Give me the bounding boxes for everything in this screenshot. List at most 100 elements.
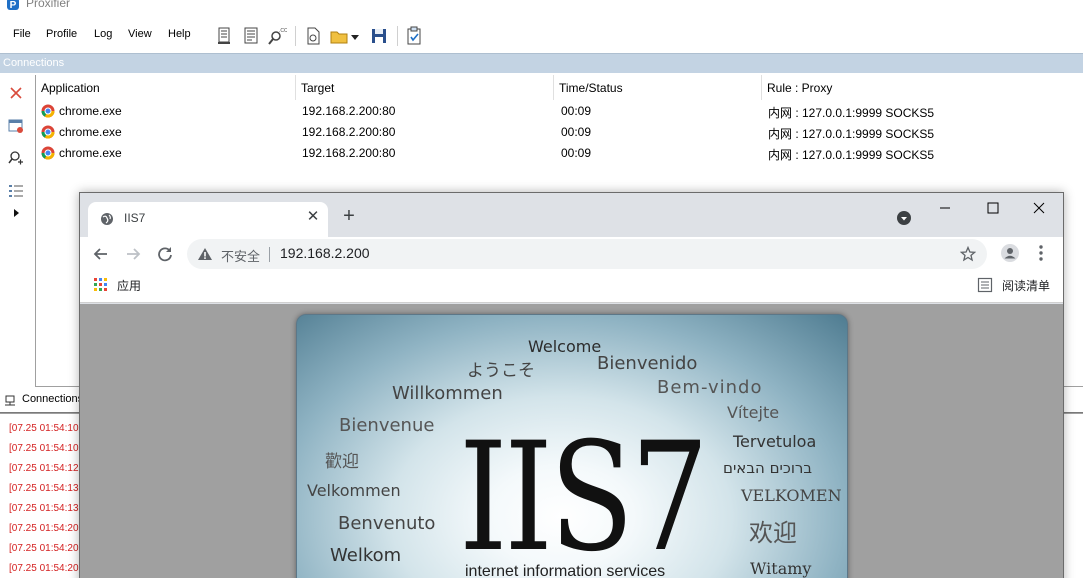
welcome-word: Welkom — [330, 545, 402, 566]
url-text[interactable]: 192.168.2.200 — [280, 245, 370, 261]
iis-welcome-banner[interactable]: Welcome ようこそ Bienvenido Willkommen Bem-v… — [296, 314, 848, 578]
table-row[interactable]: chrome.exe 192.168.2.200:80 00:09 内网 : 1… — [36, 143, 1083, 164]
tab-search-icon[interactable] — [896, 210, 912, 226]
welcome-word: Bem-vindo — [657, 377, 763, 398]
cell-application: chrome.exe — [59, 104, 122, 118]
table-row[interactable]: chrome.exe 192.168.2.200:80 00:09 内网 : 1… — [36, 101, 1083, 122]
cell-rule-proxy: 内网 : 127.0.0.1:9999 SOCKS5 — [768, 127, 935, 141]
iis-subtitle: internet information services — [465, 563, 666, 578]
welcome-word: Bienvenue — [339, 415, 435, 436]
proxifier-logo-icon: P — [7, 0, 19, 11]
log-line: [07.25 01:54:20 — [9, 563, 79, 574]
proxifier-titlebar: P Proxifier — [0, 0, 1083, 14]
column-header-time-status[interactable]: Time/Status — [554, 75, 762, 100]
column-header-target[interactable]: Target — [296, 75, 554, 100]
welcome-word: Vítejte — [727, 403, 780, 422]
svg-text:P: P — [10, 0, 17, 11]
column-header-application[interactable]: Application — [36, 75, 296, 100]
menu-log[interactable]: Log — [94, 28, 112, 40]
chrome-icon — [41, 104, 55, 118]
proxy-servers-icon[interactable] — [214, 26, 234, 46]
cell-target: 192.168.2.200:80 — [302, 125, 396, 139]
reading-list-label[interactable]: 阅读清单 — [1002, 277, 1050, 294]
chrome-icon — [41, 146, 55, 160]
welcome-word: ようこそ — [467, 361, 535, 381]
welcome-word: Bienvenido — [597, 353, 698, 374]
forward-arrow-icon[interactable] — [124, 245, 142, 263]
section-label: Connections — [3, 57, 65, 69]
cell-application: chrome.exe — [59, 125, 122, 139]
welcome-word: Willkommen — [392, 383, 503, 404]
save-profile-icon[interactable] — [369, 26, 389, 46]
log-line: [07.25 01:54:13 — [9, 483, 79, 494]
welcome-word: Velkommen — [307, 481, 401, 500]
cell-target: 192.168.2.200:80 — [302, 104, 396, 118]
security-label[interactable]: 不安全 — [221, 246, 260, 265]
menu-help[interactable]: Help — [168, 28, 191, 40]
app-title: Proxifier — [26, 0, 71, 10]
cell-time-status: 00:09 — [561, 146, 592, 160]
menu-view[interactable]: View — [128, 28, 152, 40]
cell-rule-proxy: 内网 : 127.0.0.1:9999 SOCKS5 — [768, 106, 935, 120]
reload-icon[interactable] — [156, 245, 174, 263]
welcome-word: Tervetuloa — [733, 432, 817, 451]
log-line: [07.25 01:54:20 — [9, 543, 79, 554]
bookmark-star-icon[interactable] — [960, 246, 976, 262]
browser-toolbar: 不安全 192.168.2.200 — [80, 237, 1063, 271]
reading-list-icon[interactable] — [977, 277, 993, 293]
address-bar[interactable]: 不安全 192.168.2.200 — [187, 239, 987, 269]
log-line: [07.25 01:54:12 — [9, 463, 79, 474]
minimize-icon[interactable] — [930, 197, 960, 219]
welcome-word: Witamy — [750, 559, 812, 578]
find-user-icon[interactable] — [7, 149, 25, 167]
svg-text:.COM: .COM — [279, 28, 287, 34]
tab-close-icon[interactable]: ✕ — [304, 208, 322, 226]
browser-tab[interactable]: IIS7 ✕ — [88, 202, 328, 237]
connections-section-bar: Connections — [0, 53, 1083, 73]
url-separator — [269, 247, 270, 262]
log-line: [07.25 01:54:10 — [9, 423, 79, 434]
chrome-window: IIS7 ✕ + 不安全 192.168.2.200 应用 阅读清单 Welco… — [79, 192, 1064, 578]
page-viewport: Welcome ようこそ Bienvenido Willkommen Bem-v… — [80, 304, 1063, 578]
chevron-down-icon[interactable] — [349, 26, 361, 46]
globe-icon — [101, 213, 113, 225]
new-profile-icon[interactable] — [303, 26, 323, 46]
menu-file[interactable]: File — [13, 28, 31, 40]
more-options-icon[interactable] — [1035, 243, 1047, 263]
cell-time-status: 00:09 — [561, 125, 592, 139]
log-tab-connections[interactable]: Connections — [22, 393, 83, 405]
tab-strip: IIS7 ✕ + — [80, 193, 1063, 237]
open-profile-icon[interactable] — [330, 26, 350, 46]
iis7-logo: IIS7 — [459, 411, 709, 578]
cell-target: 192.168.2.200:80 — [302, 146, 396, 160]
new-tab-button[interactable]: + — [338, 205, 360, 227]
back-arrow-icon[interactable] — [92, 245, 110, 263]
profile-avatar-icon[interactable] — [1000, 243, 1020, 263]
welcome-word: ברוכים הבאים — [723, 459, 813, 477]
welcome-word: Benvenuto — [338, 513, 436, 534]
apps-grid-icon[interactable] — [94, 278, 108, 292]
log-line: [07.25 01:54:20 — [9, 523, 79, 534]
tab-title: IIS7 — [124, 211, 146, 225]
welcome-word: VELKOMEN — [741, 486, 842, 505]
welcome-word: Welcome — [528, 337, 602, 356]
name-resolution-icon[interactable]: .COM — [267, 26, 287, 46]
close-connection-icon[interactable] — [7, 84, 25, 102]
apps-link[interactable]: 应用 — [117, 277, 141, 294]
warning-icon[interactable] — [197, 247, 213, 261]
menu-profile[interactable]: Profile — [46, 28, 77, 40]
cell-application: chrome.exe — [59, 146, 122, 160]
close-icon[interactable] — [1024, 197, 1054, 219]
welcome-word: 欢迎 — [749, 519, 797, 547]
play-icon[interactable] — [7, 204, 25, 222]
welcome-word: 歡迎 — [325, 452, 359, 472]
window-icon[interactable] — [7, 117, 25, 135]
column-header-rule-proxy[interactable]: Rule : Proxy — [762, 75, 1083, 100]
list-view-icon[interactable] — [7, 182, 25, 200]
advanced-settings-icon[interactable] — [404, 26, 424, 46]
proxification-rules-icon[interactable] — [241, 26, 261, 46]
table-row[interactable]: chrome.exe 192.168.2.200:80 00:09 内网 : 1… — [36, 122, 1083, 143]
connections-tab-icon — [5, 395, 15, 406]
side-toolbar — [0, 74, 32, 394]
maximize-icon[interactable] — [978, 197, 1008, 219]
